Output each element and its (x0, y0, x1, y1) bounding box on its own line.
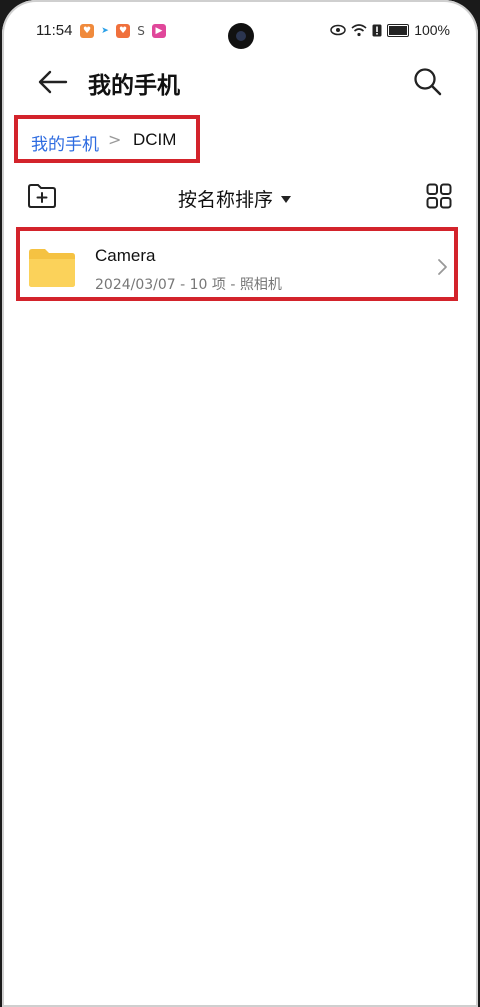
phone-screen: 11:54 ♥ ➤ ♥ S ▶ 100% 我的手机 我的手机 > DCIM 按名… (2, 0, 478, 1007)
system-icons: 100% (330, 22, 450, 38)
app-header: 我的手机 (2, 58, 478, 106)
grid-view-button[interactable] (426, 183, 452, 209)
battery-percent: 100% (414, 22, 450, 38)
back-button[interactable] (36, 66, 70, 98)
breadcrumb: 我的手机 > DCIM (14, 115, 200, 163)
telegram-icon: ➤ (101, 26, 109, 36)
sort-label: 按名称排序 (178, 189, 274, 211)
app-notification-icon: ♥ (116, 24, 130, 38)
sim-alert-icon (372, 24, 382, 36)
breadcrumb-root[interactable]: 我的手机 (31, 130, 99, 155)
list-item[interactable]: Camera 2024/03/07 - 10 项 - 照相机 (16, 227, 458, 301)
file-name: Camera (95, 246, 156, 265)
breadcrumb-current: DCIM (133, 130, 177, 149)
chevron-right-icon (438, 259, 447, 275)
search-icon (414, 68, 442, 96)
chevron-right-icon: > (108, 130, 122, 149)
file-meta: 2024/03/07 - 10 项 - 照相机 (95, 277, 282, 293)
battery-icon (387, 23, 410, 37)
sort-dropdown[interactable]: 按名称排序 (178, 185, 292, 212)
wifi-icon (351, 24, 367, 37)
caret-down-icon (281, 196, 292, 203)
folder-icon (29, 249, 75, 287)
page-title: 我的手机 (88, 73, 180, 99)
back-arrow-icon (38, 70, 68, 94)
app-notification-icon: ♥ (80, 24, 94, 38)
grid-view-icon (426, 183, 452, 209)
file-toolbar: 按名称排序 (2, 178, 478, 218)
front-camera (228, 23, 254, 49)
new-folder-icon (28, 184, 56, 208)
eye-icon (330, 24, 346, 36)
video-app-icon: ▶ (152, 24, 166, 38)
new-folder-button[interactable] (26, 182, 58, 210)
status-bar: 11:54 ♥ ➤ ♥ S ▶ 100% (2, 0, 478, 60)
notification-icons: ♥ ➤ ♥ S ▶ (80, 24, 166, 38)
soul-app-icon: S (137, 24, 145, 38)
search-button[interactable] (412, 66, 444, 98)
status-time: 11:54 (36, 22, 73, 39)
